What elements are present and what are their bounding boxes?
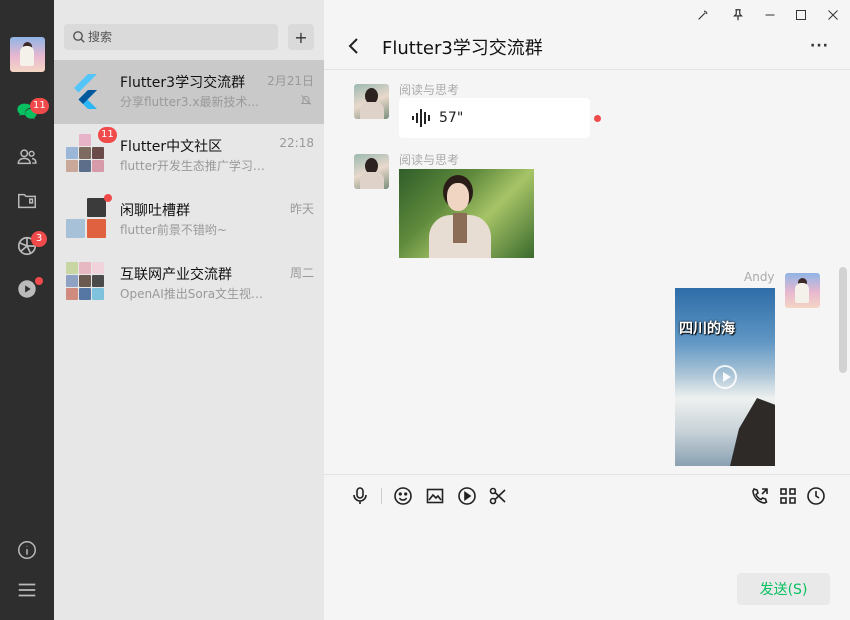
pin-icon[interactable]	[729, 6, 747, 24]
add-button[interactable]: +	[288, 24, 314, 50]
video-caption: 四川的海	[679, 321, 735, 337]
mute-bell-icon	[300, 95, 312, 105]
send-button[interactable]: 发送(S)	[737, 573, 830, 605]
info-icon[interactable]	[15, 538, 39, 562]
flutter-logo-icon	[66, 70, 106, 110]
image-message[interactable]	[399, 169, 534, 258]
conversation-time: 22:18	[279, 136, 314, 150]
conversation-badge: 11	[98, 127, 117, 143]
unread-dot	[104, 194, 112, 202]
close-icon[interactable]	[824, 6, 842, 24]
more-options-button[interactable]: ···	[810, 38, 829, 54]
voice-unread-dot	[594, 115, 601, 122]
conversation-item[interactable]: 闲聊吐槽群 昨天 flutter前景不错哟~	[54, 188, 324, 252]
conversation-item[interactable]: 互联网产业交流群 周二 OpenAI推出Sora文生视频大...	[54, 252, 324, 316]
sender-name: 阅读与思考	[399, 83, 460, 97]
minimize-icon[interactable]	[761, 6, 779, 24]
conversation-time: 昨天	[289, 202, 314, 216]
conversation-name: Flutter3学习交流群	[120, 75, 246, 91]
video-play-icon[interactable]	[456, 485, 478, 507]
magic-wand-icon[interactable]	[694, 6, 712, 24]
search-box[interactable]	[64, 24, 278, 50]
mini-program-icon[interactable]	[777, 485, 799, 507]
history-clock-icon[interactable]	[805, 485, 827, 507]
emoji-icon[interactable]	[392, 485, 414, 507]
search-input[interactable]	[88, 24, 274, 50]
folder-icon[interactable]	[15, 189, 39, 213]
conversation-preview: flutter前景不错哟~	[120, 223, 227, 237]
scissors-icon[interactable]	[487, 485, 509, 507]
video-channel-dot	[35, 277, 43, 285]
conversation-time: 2月21日	[267, 74, 314, 88]
user-avatar[interactable]	[10, 37, 45, 72]
conversation-item[interactable]: 11 Flutter中文社区 22:18 flutter开发生态推广学习交...	[54, 124, 324, 188]
group-avatar	[66, 198, 106, 238]
conversation-preview: 分享flutter3.x最新技术...	[120, 95, 259, 109]
chat-badge: 11	[30, 98, 49, 114]
voice-wave-icon	[412, 109, 430, 127]
my-avatar[interactable]	[785, 273, 820, 308]
image-icon[interactable]	[424, 485, 446, 507]
sender-name: Andy	[744, 270, 775, 284]
voice-message[interactable]: 57"	[399, 98, 590, 138]
conversation-name: 闲聊吐槽群	[120, 203, 190, 219]
conversation-name: Flutter中文社区	[120, 139, 223, 155]
conversation-time: 周二	[289, 266, 314, 280]
voice-duration: 57"	[439, 110, 464, 126]
left-nav-rail: 11 3	[0, 0, 54, 620]
sender-avatar[interactable]	[354, 154, 389, 189]
conversation-preview: OpenAI推出Sora文生视频大...	[120, 287, 270, 301]
input-divider	[324, 474, 850, 475]
menu-icon[interactable]	[15, 578, 39, 602]
contacts-icon[interactable]	[15, 145, 39, 169]
back-arrow-icon[interactable]	[346, 36, 362, 56]
chat-title: Flutter3学习交流群	[382, 38, 543, 59]
conversation-preview: flutter开发生态推广学习交...	[120, 159, 270, 173]
chat-scrollbar[interactable]	[839, 267, 847, 373]
microphone-icon[interactable]	[349, 485, 371, 507]
play-icon[interactable]	[713, 365, 737, 389]
message-input[interactable]	[344, 515, 830, 565]
chat-panel: Flutter3学习交流群 ··· 阅读与思考 57" 阅读与思考 Andy 四…	[324, 0, 850, 620]
sender-name: 阅读与思考	[399, 153, 460, 167]
conversation-name: 互联网产业交流群	[120, 267, 232, 283]
moments-badge: 3	[31, 231, 47, 247]
sender-avatar[interactable]	[354, 84, 389, 119]
conversation-list: + Flutter3学习交流群 2月21日 分享flutter3.x最新技术..…	[54, 0, 324, 620]
video-message[interactable]: 四川的海	[675, 288, 775, 466]
conversation-item[interactable]: Flutter3学习交流群 2月21日 分享flutter3.x最新技术...	[54, 60, 324, 124]
toolbar-separator	[381, 488, 382, 504]
group-avatar	[66, 262, 106, 302]
search-icon	[73, 31, 85, 43]
voice-call-icon[interactable]	[749, 485, 771, 507]
maximize-icon[interactable]	[792, 6, 810, 24]
header-divider	[324, 69, 850, 70]
